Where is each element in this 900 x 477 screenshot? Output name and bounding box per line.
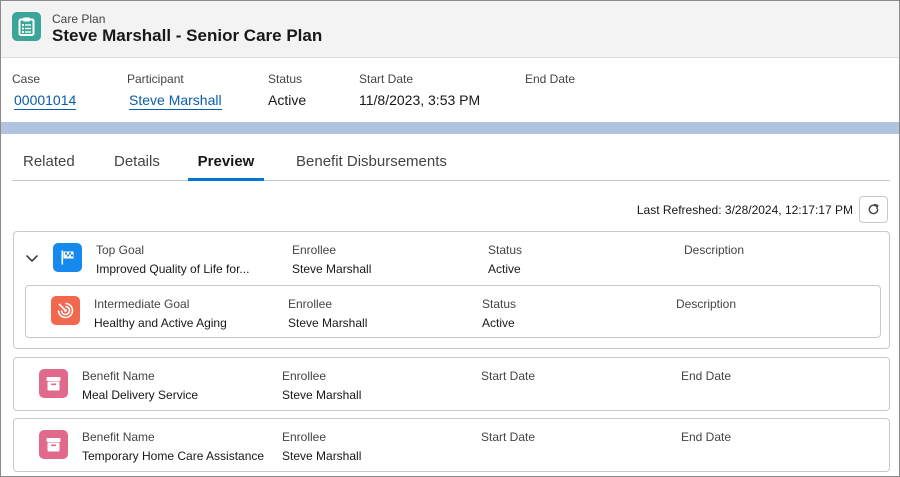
tab-details[interactable]: Details (114, 153, 160, 181)
target-icon (51, 296, 80, 325)
tab-benefit-disbursements[interactable]: Benefit Disbursements (296, 153, 447, 181)
column-label: Enrollee (292, 243, 337, 257)
field-end-date: End Date (525, 72, 575, 92)
intermediate-goal-card: Intermediate Goal Healthy and Active Agi… (25, 285, 881, 338)
benefit-card: Benefit Name Meal Delivery Service Enrol… (13, 357, 890, 411)
column-label: Status (482, 297, 517, 311)
tab-preview[interactable]: Preview (188, 153, 264, 181)
field-value: Active (268, 92, 307, 108)
highlights-panel: Case 00001014 Participant Steve Marshall… (1, 58, 899, 122)
field-case: Case 00001014 (12, 72, 77, 110)
enrollee-value: Steve Marshall (292, 262, 372, 276)
record-tabs: Related Details Preview Benefit Disburse… (12, 146, 890, 181)
benefit-name-value: Temporary Home Care Assistance (82, 449, 265, 463)
intermediate-goal-column: Intermediate Goal Healthy and Active Agi… (94, 297, 227, 330)
column-label: Status (488, 243, 523, 257)
benefit-card: Benefit Name Temporary Home Care Assista… (13, 418, 890, 472)
start-date-column: Start Date (481, 430, 535, 449)
column-label: End Date (681, 369, 732, 383)
status-value: Active (488, 262, 521, 276)
record-header: Care Plan Steve Marshall - Senior Care P… (1, 1, 899, 58)
column-label: Top Goal (96, 243, 145, 257)
top-goal-column: Top Goal Improved Quality of Life for... (96, 243, 249, 276)
chevron-down-icon[interactable] (24, 250, 40, 266)
enrollee-value: Steve Marshall (282, 449, 362, 463)
field-label: Start Date (359, 72, 414, 86)
last-refreshed-text: Last Refreshed: 3/28/2024, 12:17:17 PM (636, 203, 853, 217)
goal-flag-icon (53, 243, 82, 272)
field-label: Case (12, 72, 41, 86)
care-plan-clipboard-icon (12, 12, 41, 41)
archive-box-icon (39, 369, 68, 398)
benefit-name-column: Benefit Name Meal Delivery Service (82, 369, 198, 402)
column-label: Enrollee (282, 369, 327, 383)
field-label: Participant (127, 72, 184, 86)
enrollee-column: Enrollee Steve Marshall (282, 430, 361, 463)
column-label: Enrollee (288, 297, 333, 311)
archive-box-icon (39, 430, 68, 459)
column-label: End Date (681, 430, 732, 444)
description-column: Description (684, 243, 744, 262)
intermediate-goal-value: Healthy and Active Aging (94, 316, 227, 330)
field-participant: Participant Steve Marshall (127, 72, 222, 110)
tab-related[interactable]: Related (23, 153, 75, 181)
end-date-column: End Date (681, 430, 731, 449)
status-column: Status Active (488, 243, 522, 276)
enrollee-column: Enrollee Steve Marshall (288, 297, 367, 330)
status-column: Status Active (482, 297, 516, 330)
refresh-button[interactable] (859, 196, 888, 223)
case-link[interactable]: 00001014 (14, 92, 77, 110)
end-date-column: End Date (681, 369, 731, 388)
enrollee-value: Steve Marshall (282, 388, 362, 402)
start-date-column: Start Date (481, 369, 535, 388)
column-label: Description (684, 243, 745, 257)
field-status: Status Active (268, 72, 306, 108)
column-label: Benefit Name (82, 369, 155, 383)
refresh-icon (868, 203, 879, 215)
column-label: Enrollee (282, 430, 327, 444)
field-label: End Date (525, 72, 576, 86)
column-label: Start Date (481, 369, 536, 383)
top-goal-card: Top Goal Improved Quality of Life for...… (13, 231, 890, 349)
status-value: Active (482, 316, 515, 330)
page-title: Steve Marshall - Senior Care Plan (52, 26, 323, 45)
column-label: Intermediate Goal (94, 297, 190, 311)
description-column: Description (676, 297, 736, 316)
column-label: Start Date (481, 430, 536, 444)
top-goal-value: Improved Quality of Life for... (96, 262, 250, 276)
column-label: Description (676, 297, 737, 311)
enrollee-column: Enrollee Steve Marshall (282, 369, 361, 402)
enrollee-value: Steve Marshall (288, 316, 368, 330)
field-label: Status (268, 72, 303, 86)
section-divider-band (1, 122, 899, 134)
benefit-name-column: Benefit Name Temporary Home Care Assista… (82, 430, 264, 463)
field-start-date: Start Date 11/8/2023, 3:53 PM (359, 72, 480, 108)
benefit-name-value: Meal Delivery Service (82, 388, 199, 402)
enrollee-column: Enrollee Steve Marshall (292, 243, 371, 276)
object-type-label: Care Plan (52, 12, 106, 26)
column-label: Benefit Name (82, 430, 155, 444)
field-value: 11/8/2023, 3:53 PM (359, 92, 481, 108)
participant-link[interactable]: Steve Marshall (129, 92, 222, 110)
